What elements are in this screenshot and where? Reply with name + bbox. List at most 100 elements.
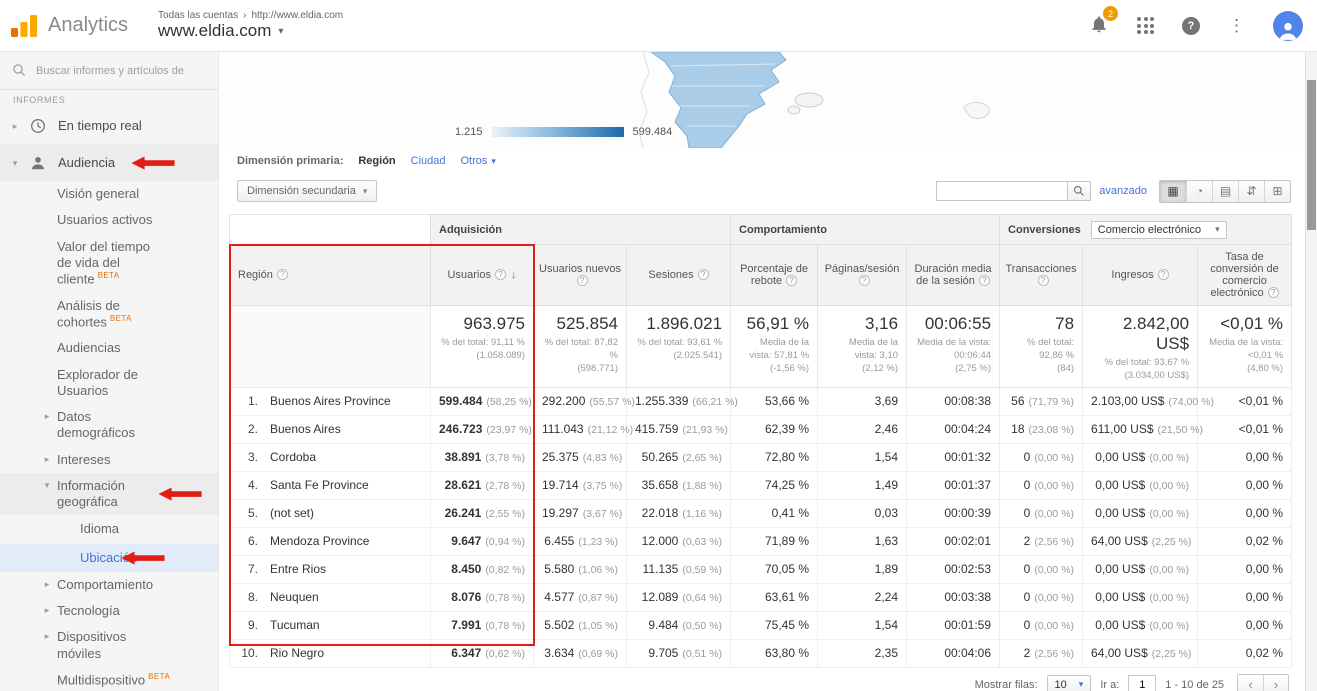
dimension-option-ciudad[interactable]: Ciudad bbox=[411, 155, 446, 167]
summary-subtext: (84) bbox=[1008, 363, 1074, 376]
apps-grid-icon[interactable] bbox=[1137, 17, 1154, 34]
table-search-input[interactable] bbox=[936, 181, 1068, 201]
metric-value: 53,66 % bbox=[765, 394, 809, 408]
metric-percentage: (0,00 %) bbox=[1149, 480, 1189, 492]
sidebar-item-vision-general[interactable]: Visión general bbox=[0, 181, 218, 207]
column-header-usuarios-nuevos[interactable]: Usuarios nuevos? bbox=[534, 245, 627, 306]
metric-cell: 35.658(1,88 %) bbox=[627, 471, 731, 499]
analytics-logo-icon[interactable] bbox=[10, 13, 40, 39]
sidebar-search-input[interactable] bbox=[36, 65, 206, 77]
notifications-button[interactable]: 2 bbox=[1089, 13, 1109, 38]
region-link[interactable]: Santa Fe Province bbox=[270, 478, 369, 492]
group-header-conversiones-label: Conversiones bbox=[1008, 224, 1081, 236]
region-link[interactable]: Tucuman bbox=[270, 618, 320, 632]
table-view-icon[interactable]: ▦ bbox=[1160, 181, 1186, 202]
advanced-search-link[interactable]: avanzado bbox=[1099, 185, 1147, 197]
sidebar-item-valor-del-tiempo-de-vida-del-cliente[interactable]: Valor del tiempo de vida del clienteBETA bbox=[0, 234, 218, 293]
metric-value: 246.723 bbox=[439, 422, 482, 436]
region-link[interactable]: Neuquen bbox=[270, 590, 319, 604]
column-header-transacciones[interactable]: Transacciones? bbox=[1000, 245, 1083, 306]
help-icon[interactable]: ? bbox=[1268, 287, 1279, 298]
dimension-option-otros[interactable]: Otros ▾ bbox=[461, 155, 496, 167]
sidebar-item-label: Dispositivos móviles bbox=[57, 629, 165, 662]
sidebar-search[interactable] bbox=[0, 52, 218, 90]
sidebar-item-comportamiento[interactable]: ▸Comportamiento bbox=[0, 572, 218, 598]
percentage-view-icon[interactable]: ◔ bbox=[1186, 181, 1212, 202]
help-icon[interactable]: ? bbox=[859, 275, 870, 286]
secondary-dimension-button[interactable]: Dimensión secundaria ▾ bbox=[237, 180, 377, 202]
dimension-option-region[interactable]: Región bbox=[358, 155, 395, 167]
column-header-porcentaje-de-rebote[interactable]: Porcentaje de rebote? bbox=[731, 245, 818, 306]
vertical-scrollbar[interactable] bbox=[1305, 52, 1317, 691]
next-page-button[interactable]: › bbox=[1263, 675, 1288, 691]
metric-cell: 62,39 % bbox=[731, 415, 818, 443]
metric-percentage: (4,83 %) bbox=[583, 452, 623, 464]
help-icon[interactable]: ? bbox=[786, 275, 797, 286]
breadcrumb-property[interactable]: http://www.eldia.com bbox=[251, 10, 343, 21]
chevron-right-icon: ▸ bbox=[41, 411, 53, 422]
pivot-view-icon[interactable]: ⊞ bbox=[1264, 181, 1290, 202]
help-icon[interactable]: ? bbox=[1158, 269, 1169, 280]
column-header-ingresos[interactable]: Ingresos? bbox=[1083, 245, 1198, 306]
metric-value: 75,45 % bbox=[765, 618, 809, 632]
help-icon[interactable]: ? bbox=[698, 269, 709, 280]
column-header-region[interactable]: Región? bbox=[230, 245, 431, 306]
summary-subtext: Media de la vista: 57,81 % bbox=[739, 337, 809, 363]
group-header-comportamiento: Comportamiento bbox=[731, 215, 1000, 245]
sidebar-item-dispositivos-moviles[interactable]: ▸Dispositivos móviles bbox=[0, 624, 218, 667]
table-search-button[interactable] bbox=[1068, 181, 1091, 201]
region-link[interactable]: Buenos Aires bbox=[270, 422, 341, 436]
column-header-duracion-media-de-la-sesion[interactable]: Duración media de la sesión? bbox=[907, 245, 1000, 306]
region-link[interactable]: Mendoza Province bbox=[270, 534, 369, 548]
sidebar-item-audiencias[interactable]: Audiencias bbox=[0, 335, 218, 361]
metric-cell: 0,02 % bbox=[1198, 527, 1292, 555]
sidebar-item-tecnologia[interactable]: ▸Tecnología bbox=[0, 598, 218, 624]
metric-percentage: (0,00 %) bbox=[1034, 564, 1074, 576]
sidebar-item-usuarios-activos[interactable]: Usuarios activos bbox=[0, 207, 218, 233]
help-icon[interactable]: ? bbox=[1182, 17, 1200, 35]
metric-percentage: (0,63 %) bbox=[682, 536, 722, 548]
region-link[interactable]: Entre Rios bbox=[270, 562, 326, 576]
region-link[interactable]: Rio Negro bbox=[270, 646, 324, 660]
sidebar-item-analisis-de-cohortes[interactable]: Análisis de cohortesBETA bbox=[0, 293, 218, 336]
region-link[interactable]: (not set) bbox=[270, 506, 314, 520]
help-icon[interactable]: ? bbox=[495, 269, 506, 280]
sidebar-item-explorador-de-usuarios[interactable]: Explorador de Usuarios bbox=[0, 362, 218, 405]
metric-percentage: (21,93 %) bbox=[682, 424, 728, 436]
column-header-paginas-sesion[interactable]: Páginas/sesión? bbox=[818, 245, 907, 306]
sidebar-item-multidispositivo[interactable]: MultidispositivoBETA bbox=[0, 667, 218, 691]
overflow-menu-icon[interactable]: ⋮ bbox=[1228, 16, 1245, 36]
performance-view-icon[interactable]: ▤ bbox=[1212, 181, 1238, 202]
previous-page-button[interactable]: ‹ bbox=[1238, 675, 1263, 691]
metric-percentage: (21,12 %) bbox=[588, 424, 634, 436]
goto-page-input[interactable] bbox=[1128, 675, 1156, 691]
conversion-goal-select[interactable]: Comercio electrónico ▾ bbox=[1091, 221, 1227, 239]
sidebar-item-intereses[interactable]: ▸Intereses bbox=[0, 447, 218, 473]
column-header-usuarios[interactable]: Usuarios?↓ bbox=[431, 245, 534, 306]
column-header-sesiones[interactable]: Sesiones? bbox=[627, 245, 731, 306]
avatar[interactable] bbox=[1273, 11, 1303, 41]
region-link[interactable]: Buenos Aires Province bbox=[270, 394, 391, 408]
geo-map[interactable]: 1.215 599.484 bbox=[219, 52, 1305, 148]
column-header-tasa-de-conversion-de-comercio-electronico[interactable]: Tasa de conversión de comercio electróni… bbox=[1198, 245, 1292, 306]
help-icon[interactable]: ? bbox=[277, 269, 288, 280]
sidebar-item-ubicacion[interactable]: Ubicación bbox=[0, 544, 218, 572]
account-selector[interactable]: www.eldia.com ▾ bbox=[158, 21, 343, 41]
help-icon[interactable]: ? bbox=[577, 275, 588, 286]
region-link[interactable]: Cordoba bbox=[270, 450, 316, 464]
sidebar-item-datos-demograficos[interactable]: ▸Datos demográficos bbox=[0, 404, 218, 447]
sidebar-item-idioma[interactable]: Idioma bbox=[0, 515, 218, 543]
breadcrumb-account[interactable]: Todas las cuentas bbox=[158, 10, 238, 21]
rows-per-page-select[interactable]: 10 ▾ bbox=[1047, 675, 1092, 691]
help-icon[interactable]: ? bbox=[979, 275, 990, 286]
search-icon bbox=[12, 63, 27, 78]
scrollbar-thumb[interactable] bbox=[1307, 80, 1316, 230]
sidebar-item-en-tiempo-real[interactable]: ▸En tiempo real bbox=[0, 108, 218, 144]
metric-value: 292.200 bbox=[542, 394, 585, 408]
sidebar-item-audiencia[interactable]: ▾Audiencia bbox=[0, 144, 218, 181]
help-icon[interactable]: ? bbox=[1038, 275, 1049, 286]
breadcrumb[interactable]: Todas las cuentas › http://www.eldia.com bbox=[158, 10, 343, 21]
metric-value: 71,89 % bbox=[765, 534, 809, 548]
sidebar-item-informacion-geografica[interactable]: ▾Información geográfica bbox=[0, 473, 218, 516]
comparison-view-icon[interactable]: ⇵ bbox=[1238, 181, 1264, 202]
